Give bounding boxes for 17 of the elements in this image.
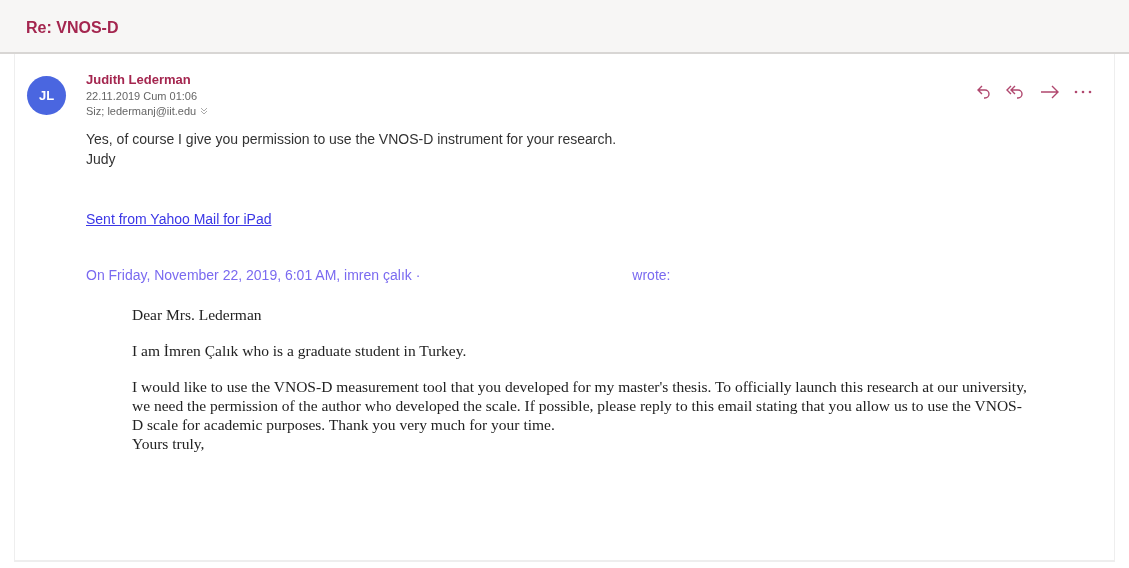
sender-name[interactable]: Judith Lederman bbox=[86, 72, 209, 87]
reply-icon[interactable] bbox=[976, 84, 992, 100]
more-icon[interactable] bbox=[1074, 90, 1092, 94]
quoted-paragraph: I am İmren Çalık who is a graduate student in Turkey. bbox=[132, 341, 468, 360]
quote-header-end: wrote: bbox=[632, 267, 671, 283]
message-date: 22.11.2019 Cum 01:06 bbox=[86, 90, 199, 102]
quote-header: On Friday, November 22, 2019, 6:01 AM, imren çalık · bbox=[86, 267, 421, 283]
message-text: Yes, of course I give you permission to use the VNOS-D instrument for your research. bbox=[86, 130, 618, 149]
reply-all-icon[interactable] bbox=[1006, 84, 1026, 100]
email-subject: Re: VNOS-D bbox=[26, 19, 119, 36]
quoted-paragraph: I would like to use the VNOS-D measurement tool that you developed for my master's thesis. To officially launch this research at our university, we need the permission of the author who developed the scale. If possible, please reply to this email stating that you allow us to use the VNOS-D scale for academic purposes. Thank you very much for your time. Yours truly, bbox=[132, 377, 1028, 453]
quoted-paragraph: Dear Mrs. Lederman bbox=[132, 305, 263, 324]
forward-icon[interactable] bbox=[1040, 84, 1060, 100]
signature-link[interactable]: Sent from Yahoo Mail for iPad bbox=[86, 211, 272, 227]
sender-avatar: JL bbox=[27, 76, 66, 115]
recipient-line: Siz; ledermanj@iit.edu bbox=[86, 105, 197, 117]
message-text: Judy bbox=[86, 150, 117, 169]
